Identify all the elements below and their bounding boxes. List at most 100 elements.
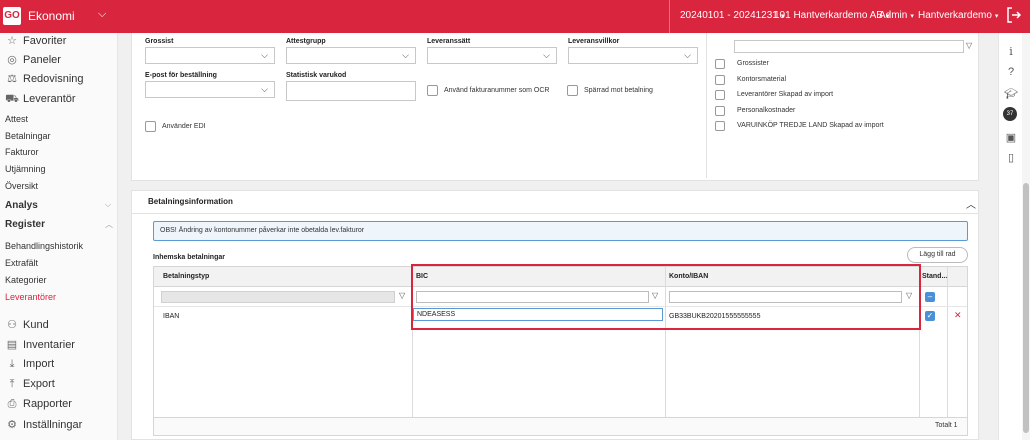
chevron-down-icon: ⌵ bbox=[402, 50, 409, 60]
sidebar-item-redovisning[interactable]: ⚖ Redovisning bbox=[0, 72, 118, 85]
attestgrupp-select[interactable]: ⌵ bbox=[286, 47, 416, 64]
sidebar-item-rapporter[interactable]: ⎙ Rapporter bbox=[0, 398, 118, 411]
ocr-checkbox[interactable] bbox=[427, 85, 438, 96]
betalningstyp-filter[interactable] bbox=[161, 291, 395, 303]
payment-info-title: Betalningsinformation bbox=[148, 197, 233, 206]
gear-icon: ⚙ bbox=[7, 419, 17, 431]
grid-footer bbox=[154, 417, 967, 435]
cell-betalningstyp[interactable]: IBAN bbox=[163, 313, 179, 320]
info-icon[interactable]: i bbox=[1003, 45, 1019, 58]
divider bbox=[669, 0, 670, 33]
sidebar-item-import[interactable]: ⤓ Import bbox=[0, 358, 118, 371]
file-icon[interactable]: ▯ bbox=[1003, 151, 1019, 164]
category-checkbox[interactable] bbox=[715, 106, 725, 116]
person-icon: ⚇ bbox=[7, 319, 17, 331]
standard-checkbox[interactable]: ✓ bbox=[925, 311, 935, 321]
sidebar-group-analys[interactable]: Analys ⌵ bbox=[5, 200, 111, 211]
sidebar-item-paneler[interactable]: ◎ Paneler bbox=[0, 53, 118, 66]
add-row-button[interactable]: Lägg till rad bbox=[907, 247, 968, 263]
chevron-down-icon: ⌵ bbox=[261, 50, 268, 60]
delete-row-icon[interactable]: ✕ bbox=[954, 310, 962, 321]
chevron-down-icon: ⌵ bbox=[684, 50, 691, 60]
logout-icon[interactable] bbox=[1006, 6, 1022, 24]
chevron-down-icon: ⌵ bbox=[105, 200, 112, 209]
sidebar-subitem-betalningar[interactable]: Betalningar bbox=[5, 131, 51, 141]
scrollbar-thumb[interactable] bbox=[1023, 183, 1029, 433]
company-selector[interactable]: 101 Hantverkardemo AB ▾ bbox=[774, 10, 889, 21]
gauge-icon: ◎ bbox=[7, 54, 17, 66]
import-icon: ⤓ bbox=[9, 358, 15, 370]
filter-icon[interactable]: ▽ bbox=[399, 291, 405, 300]
sidebar-group-register[interactable]: Register ︿ bbox=[5, 219, 113, 230]
grossist-select[interactable]: ⌵ bbox=[145, 47, 275, 64]
chevron-down-icon: ⌵ bbox=[543, 50, 550, 60]
star-icon: ☆ bbox=[7, 35, 17, 47]
statistisk-varukod-label: Statistisk varukod bbox=[286, 72, 347, 79]
column-header-standard[interactable]: Stand... bbox=[922, 273, 947, 280]
notification-badge[interactable]: 37 bbox=[1003, 107, 1017, 121]
period-selector[interactable]: 20240101 - 20241231 ▾ bbox=[680, 10, 784, 21]
list-item[interactable]: Grossister bbox=[708, 58, 976, 71]
sidebar-subitem-leverantorer[interactable]: Leverantörer bbox=[5, 292, 56, 302]
payment-info-header[interactable] bbox=[131, 190, 979, 214]
ocr-label: Använd fakturanummer som OCR bbox=[444, 87, 550, 94]
sidebar-item-inventarier[interactable]: ▤ Inventarier bbox=[0, 338, 118, 351]
top-bar: GO Ekonomi ⌵ 20240101 - 20241231 ▾ 101 Ha… bbox=[0, 0, 1030, 33]
sidebar-item-installningar[interactable]: ⚙ Inställningar bbox=[0, 418, 118, 431]
statistisk-varukod-input[interactable] bbox=[286, 81, 416, 101]
sparrad-checkbox[interactable] bbox=[567, 85, 578, 96]
chevron-up-icon[interactable]: ︿ bbox=[966, 196, 976, 211]
document-icon[interactable]: ▣ bbox=[1003, 131, 1019, 144]
leveransvillkor-select[interactable]: ⌵ bbox=[568, 47, 698, 64]
category-checkbox[interactable] bbox=[715, 121, 725, 131]
sidebar: ☆ Favoriter ◎ Paneler ⚖ Redovisning ⛟ Levera… bbox=[0, 33, 118, 440]
sidebar-item-favoriter[interactable]: ☆ Favoriter bbox=[0, 34, 118, 47]
attestgrupp-label: Attestgrupp bbox=[286, 38, 326, 45]
chevron-down-icon[interactable]: ⌵ bbox=[98, 8, 106, 21]
scale-icon: ⚖ bbox=[7, 73, 17, 85]
list-item[interactable]: Personalkostnader bbox=[708, 105, 976, 118]
scrollbar[interactable] bbox=[1022, 33, 1030, 440]
sparrad-label: Spärrad mot betalning bbox=[584, 87, 653, 94]
column-header-betalningstyp[interactable]: Betalningstyp bbox=[163, 273, 209, 280]
highlight-frame bbox=[411, 264, 921, 330]
epost-label: E-post för beställning bbox=[145, 72, 217, 79]
list-item[interactable]: Kontorsmaterial bbox=[708, 74, 976, 87]
role-selector[interactable]: Admin ▾ bbox=[879, 10, 914, 21]
category-filter-input[interactable] bbox=[734, 40, 964, 53]
leveranssatt-select[interactable]: ⌵ bbox=[427, 47, 557, 64]
category-checkbox[interactable] bbox=[715, 90, 725, 100]
filter-icon[interactable]: ▽ bbox=[966, 41, 972, 50]
export-icon: ⤒ bbox=[9, 378, 15, 390]
sidebar-subitem-oversikt[interactable]: Översikt bbox=[5, 181, 38, 191]
user-selector[interactable]: Hantverkardemo ▾ bbox=[918, 10, 998, 21]
epost-select[interactable]: ⌵ bbox=[145, 81, 275, 98]
list-item[interactable]: VARUINKÖP TREDJE LAND Skapad av import bbox=[708, 120, 976, 133]
sidebar-subitem-utjamning[interactable]: Utjämning bbox=[5, 164, 46, 174]
printer-icon: ⎙ bbox=[7, 398, 17, 410]
leveranssatt-label: Leveranssätt bbox=[427, 38, 471, 45]
sidebar-item-kund[interactable]: ⚇ Kund bbox=[0, 318, 118, 331]
sidebar-subitem-attest[interactable]: Attest bbox=[5, 114, 28, 124]
standard-filter-icon[interactable]: – bbox=[925, 292, 935, 302]
sidebar-item-leverantor[interactable]: ⛟ Leverantör bbox=[0, 93, 118, 107]
category-checkbox[interactable] bbox=[715, 75, 725, 85]
sidebar-subitem-behandlingshistorik[interactable]: Behandlingshistorik bbox=[5, 241, 83, 251]
domestic-payments-title: Inhemska betalningar bbox=[153, 254, 225, 261]
sidebar-subitem-kategorier[interactable]: Kategorier bbox=[5, 275, 47, 285]
sidebar-subitem-fakturor[interactable]: Fakturor bbox=[5, 147, 39, 157]
column-divider bbox=[947, 267, 948, 417]
academy-icon[interactable]: 🎓︎ bbox=[1003, 87, 1019, 100]
edi-label: Använder EDI bbox=[162, 123, 206, 130]
chevron-down-icon: ⌵ bbox=[261, 84, 268, 94]
list-item[interactable]: Leverantörer Skapad av import bbox=[708, 89, 976, 102]
sidebar-subitem-extrafalt[interactable]: Extrafält bbox=[5, 258, 38, 268]
edi-checkbox[interactable] bbox=[145, 121, 156, 132]
category-checkbox[interactable] bbox=[715, 59, 725, 69]
help-icon[interactable]: ? bbox=[1003, 66, 1019, 78]
go-logo[interactable]: GO bbox=[3, 7, 21, 25]
sidebar-item-export[interactable]: ⤒ Export bbox=[0, 378, 118, 391]
account-change-notice: OBS! Ändring av kontonummer påverkar int… bbox=[153, 221, 968, 241]
app-name[interactable]: Ekonomi bbox=[28, 9, 75, 23]
chevron-up-icon: ︿ bbox=[105, 220, 113, 229]
